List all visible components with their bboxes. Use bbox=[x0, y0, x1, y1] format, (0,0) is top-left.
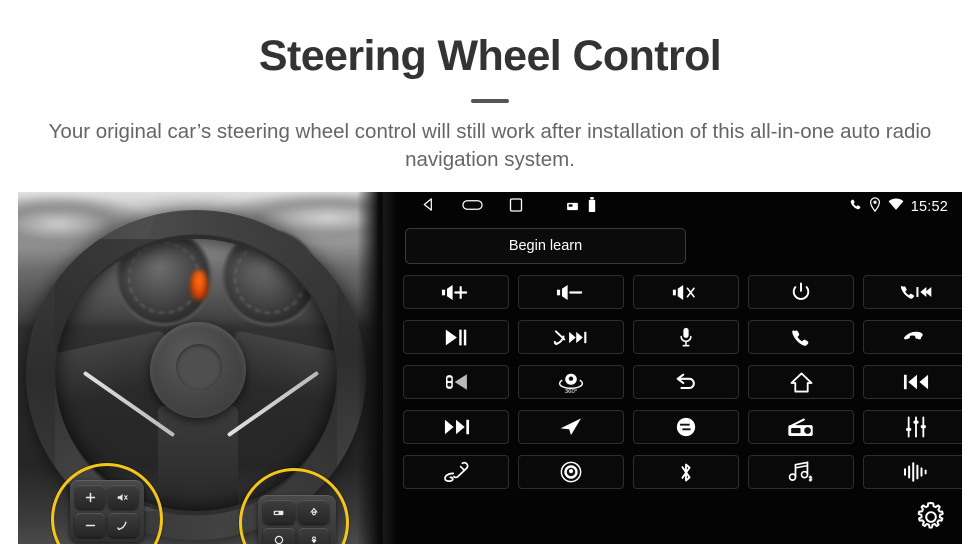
phone-status-icon bbox=[848, 198, 862, 217]
wifi-icon bbox=[888, 198, 904, 216]
swc-button-volume-up[interactable] bbox=[403, 275, 509, 309]
swc-button-voice-assistant[interactable] bbox=[863, 455, 962, 489]
bluetooth-icon bbox=[678, 461, 694, 484]
screen-edge-fade bbox=[383, 192, 397, 544]
speaker-plus-icon bbox=[441, 284, 471, 301]
previous-track-icon bbox=[903, 373, 930, 391]
reject-next-icon bbox=[553, 328, 589, 347]
swc-button-bluetooth-music[interactable] bbox=[748, 455, 854, 489]
disc-icon bbox=[560, 461, 582, 483]
nav-back-icon[interactable] bbox=[421, 197, 436, 217]
swc-button-radio[interactable] bbox=[748, 410, 854, 444]
rear-camera-icon bbox=[442, 372, 470, 392]
swc-button-end-call[interactable] bbox=[863, 320, 962, 354]
phone-hangup-icon bbox=[902, 329, 930, 345]
audio-wave-icon bbox=[903, 461, 929, 483]
page-title: Steering Wheel Control bbox=[258, 32, 722, 80]
nav-home-icon[interactable] bbox=[462, 198, 483, 217]
swc-button-back[interactable] bbox=[633, 365, 739, 399]
steering-wheel-hub bbox=[150, 322, 246, 418]
phone-answer-icon bbox=[791, 327, 812, 348]
swc-button-equalizer[interactable] bbox=[863, 410, 962, 444]
swc-button-camera-360[interactable]: 360° bbox=[518, 365, 624, 399]
microphone-icon bbox=[679, 326, 693, 348]
product-illustration-band: 15:52 Begin learn 360° bbox=[18, 192, 962, 544]
speaker-minus-icon bbox=[556, 284, 586, 301]
swc-button-next-track[interactable] bbox=[403, 410, 509, 444]
nav-recents-icon[interactable] bbox=[509, 197, 523, 217]
next-track-icon bbox=[443, 418, 470, 436]
mode-swap-icon bbox=[675, 416, 697, 438]
bluetooth-music-icon bbox=[787, 460, 815, 484]
camera-360-icon: 360° bbox=[556, 370, 586, 394]
swc-button-answer-call[interactable] bbox=[748, 320, 854, 354]
aux-cable-icon bbox=[442, 461, 470, 483]
page-subtitle: Your original car’s steering wheel contr… bbox=[48, 120, 932, 172]
android-status-bar: 15:52 bbox=[383, 192, 962, 222]
usb-icon bbox=[588, 197, 596, 217]
swc-button-microphone[interactable] bbox=[633, 320, 739, 354]
navigation-arrow-icon bbox=[559, 417, 583, 437]
page-root: Steering Wheel Control Your original car… bbox=[0, 0, 980, 544]
swc-button-navigation[interactable] bbox=[518, 410, 624, 444]
gear-icon bbox=[914, 500, 948, 539]
back-arrow-icon bbox=[674, 373, 698, 392]
camera-360-label: 360° bbox=[565, 389, 577, 394]
swc-button-power[interactable] bbox=[748, 275, 854, 309]
speaker-mute-icon bbox=[671, 284, 701, 301]
home-icon bbox=[790, 372, 813, 393]
begin-learn-label: Begin learn bbox=[508, 238, 583, 254]
play-pause-icon bbox=[444, 328, 468, 347]
swc-button-volume-down[interactable] bbox=[518, 275, 624, 309]
swc-button-aux-input[interactable] bbox=[403, 455, 509, 489]
radio-icon bbox=[786, 417, 816, 438]
swc-button-source-mode[interactable] bbox=[633, 410, 739, 444]
equalizer-icon bbox=[904, 416, 928, 438]
status-clock: 15:52 bbox=[910, 199, 948, 215]
swc-button-phone-prev[interactable] bbox=[863, 275, 962, 309]
head-unit-screen: 15:52 Begin learn 360° bbox=[383, 192, 962, 544]
title-divider bbox=[471, 99, 509, 103]
swc-button-home[interactable] bbox=[748, 365, 854, 399]
power-icon bbox=[791, 282, 811, 302]
swc-button-previous-track[interactable] bbox=[863, 365, 962, 399]
swc-button-rear-camera[interactable] bbox=[403, 365, 509, 399]
swc-button-bluetooth[interactable] bbox=[633, 455, 739, 489]
settings-button[interactable] bbox=[910, 498, 952, 540]
swc-button-disc[interactable] bbox=[518, 455, 624, 489]
photo-edge-fade bbox=[357, 192, 383, 544]
begin-learn-button[interactable]: Begin learn bbox=[405, 228, 686, 264]
swc-function-grid: 360° bbox=[403, 275, 962, 489]
sd-card-icon bbox=[567, 198, 578, 216]
location-icon bbox=[869, 197, 881, 217]
swc-button-reject-next[interactable] bbox=[518, 320, 624, 354]
steering-wheel-photo bbox=[18, 192, 383, 544]
swc-button-play-pause[interactable] bbox=[403, 320, 509, 354]
phone-prev-icon bbox=[899, 283, 933, 301]
swc-button-mute[interactable] bbox=[633, 275, 739, 309]
